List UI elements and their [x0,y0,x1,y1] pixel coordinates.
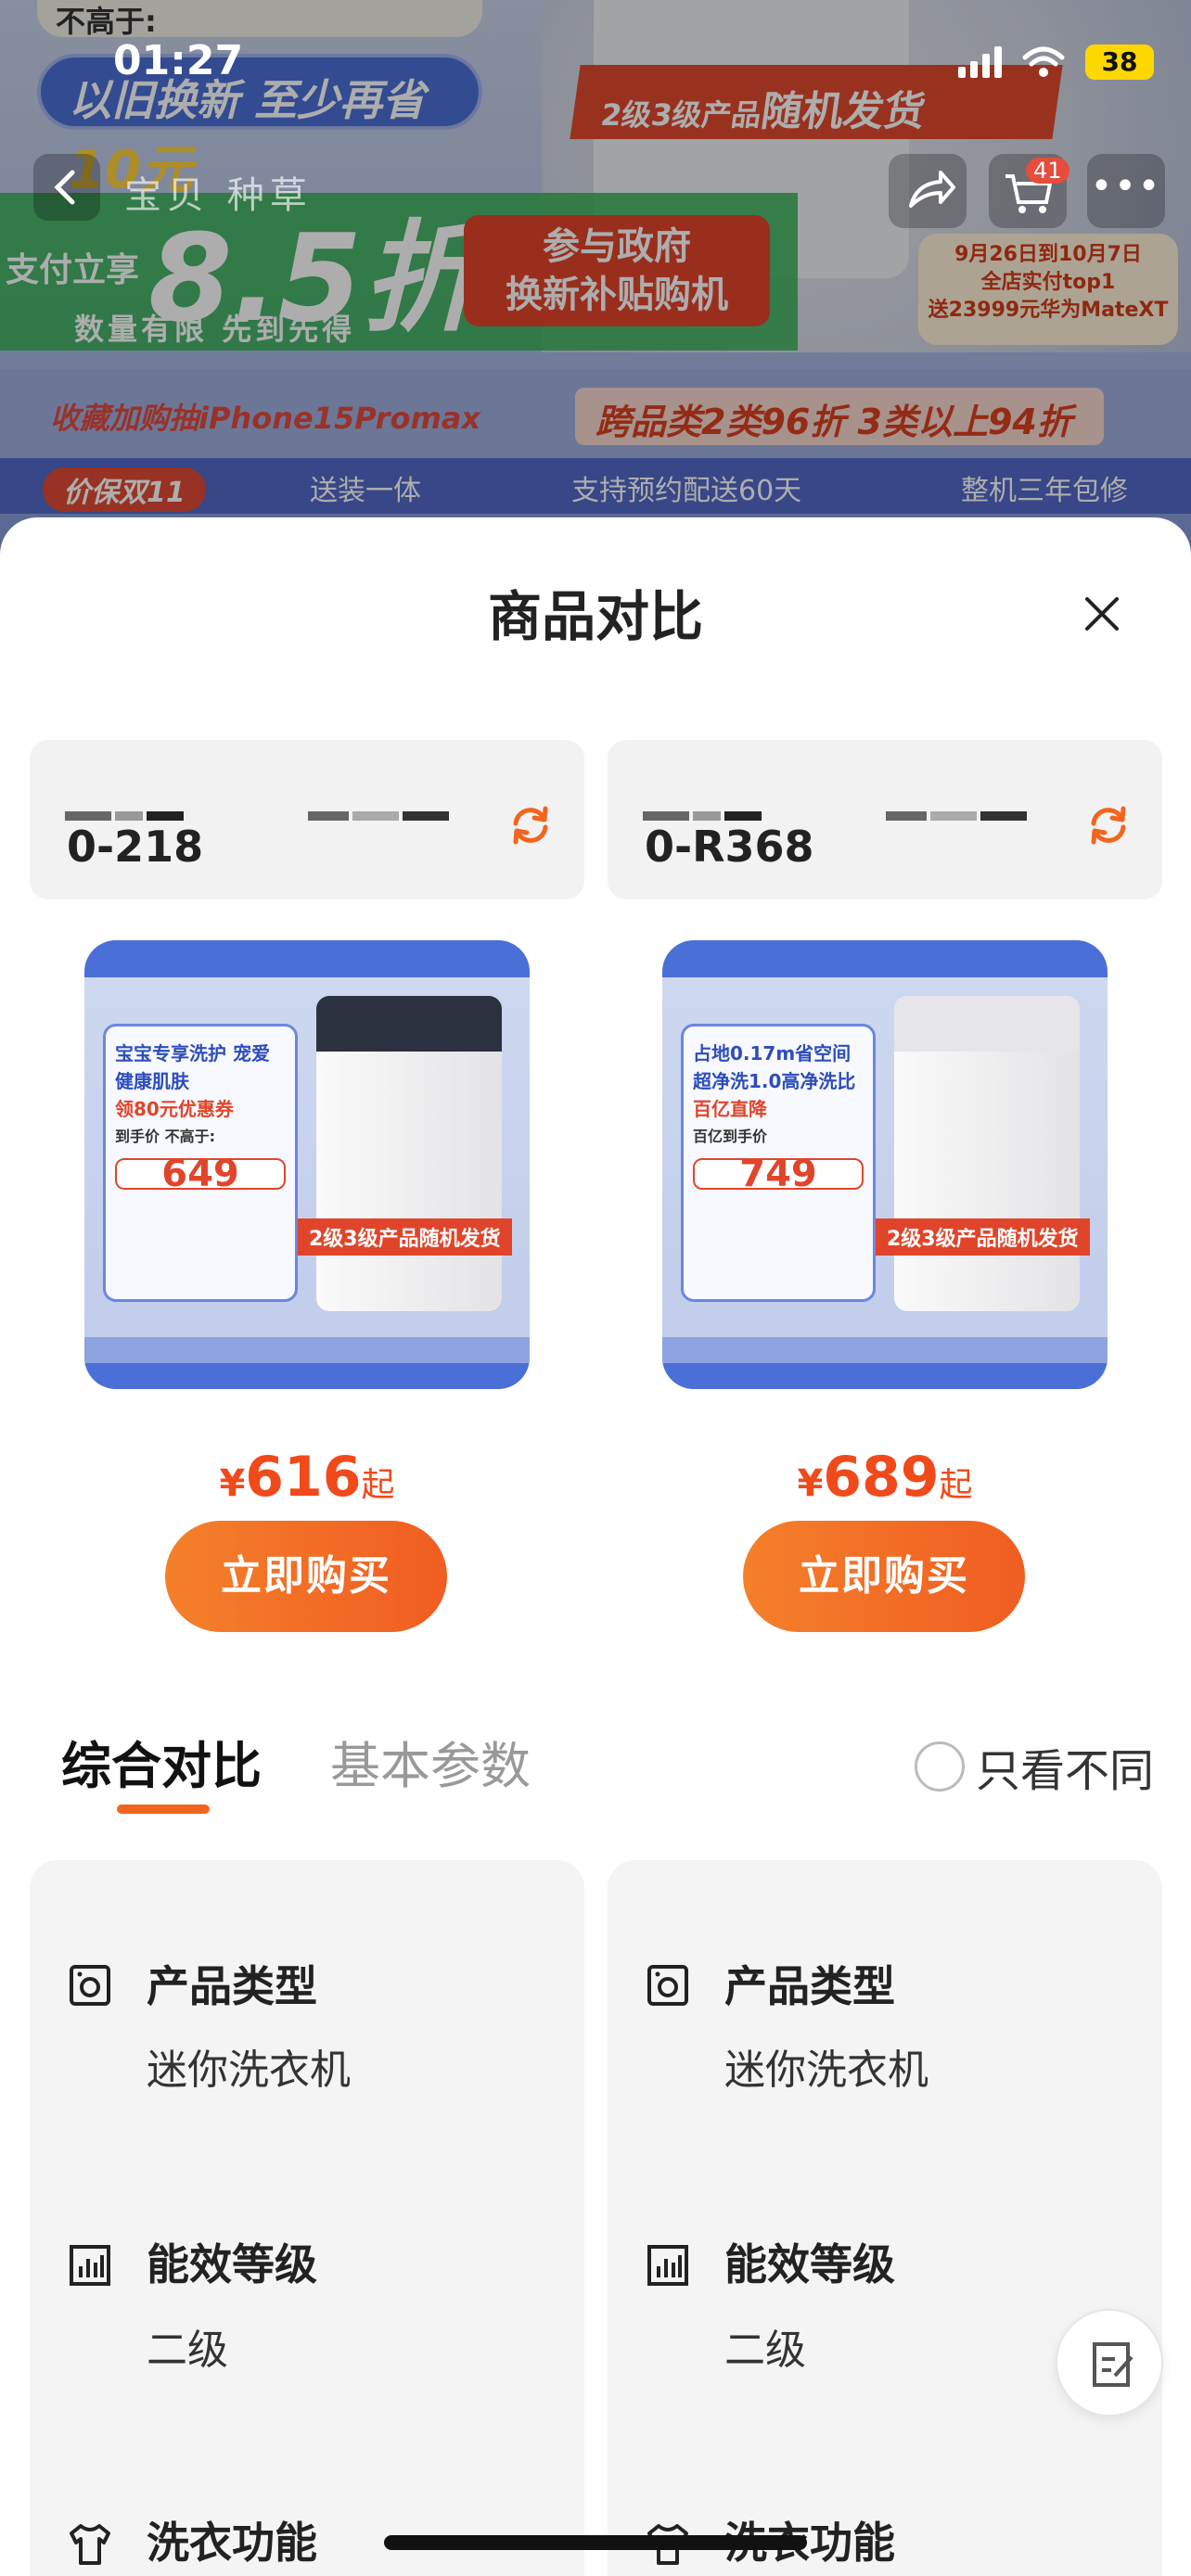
home-indicator[interactable] [384,2535,807,2550]
product-image-2[interactable]: 占地0.17m省空间 超净洗1.0高净洗比 百亿直降 百亿到手价 749 2级3… [662,940,1108,1389]
chevron-left-icon [54,170,75,205]
image-tag: 2级3级产品随机发货 [298,1218,512,1256]
image-price: 749 [693,1155,864,1192]
image-footer-strip [84,1337,530,1389]
compare-column-2: 产品类型 迷你洗衣机 能效等级 二级 洗衣功能 [608,1860,1162,2576]
only-diff-label: 只看不同 [976,1745,1155,1797]
back-button[interactable] [33,154,100,221]
tab-overall-compare[interactable]: 综合对比 [61,1725,262,1798]
battery-icon: 38 [1085,45,1154,80]
row-label: 能效等级 [724,2239,895,2289]
compare-column-1: 产品类型 迷你洗衣机 能效等级 二级 洗衣功能 [30,1860,584,2576]
status-time: 01:27 [113,37,244,84]
image-price: 649 [115,1155,286,1192]
image-tag: 2级3级产品随机发货 [876,1218,1090,1256]
product-image-1[interactable]: 宝宝专享洗护 宠爱健康肌肤 领80元优惠券 到手价 不高于: 649 2级3级产… [84,940,530,1389]
image-promo-box: 占地0.17m省空间 超净洗1.0高净洗比 百亿直降 百亿到手价 749 [681,1024,876,1302]
close-icon[interactable] [1076,588,1128,640]
bar-chart-icon [70,2245,110,2286]
row-label: 产品类型 [147,1961,317,2011]
only-diff-toggle[interactable]: 只看不同 [915,1734,1154,1799]
row-value: 迷你洗衣机 [724,2047,928,2094]
compare-sheet: 商品对比 0-218 0-R368 宝宝专享洗护 宠爱健康肌肤 领80元优惠券 [0,517,1191,2576]
product-selector-2[interactable]: 0-R368 [608,740,1162,899]
cart-count-badge: 41 [1026,158,1069,184]
more-button[interactable]: ••• [1087,154,1165,228]
cellular-signal-icon [958,46,1002,78]
radio-circle-icon[interactable] [915,1741,965,1792]
image-footer-strip [662,1337,1108,1389]
sheet-title: 商品对比 [487,585,703,648]
feedback-button[interactable] [1056,2309,1163,2417]
active-tab-indicator [117,1804,210,1814]
redacted-text [308,807,453,829]
product-price: ¥616起 [219,1445,395,1510]
refresh-icon[interactable] [503,797,558,853]
row-value: 迷你洗衣机 [147,2047,351,2094]
buy-now-button[interactable]: 立即购买 [165,1521,447,1632]
share-icon [909,171,955,208]
row-label: 洗衣功能 [147,2518,317,2568]
edit-note-icon [1093,2342,1133,2387]
refresh-icon[interactable] [1081,797,1136,853]
product-model: 0-R368 [645,822,814,872]
product-selector-1[interactable]: 0-218 [30,740,584,899]
product-price: ¥689起 [797,1445,973,1510]
washer-icon [70,1965,110,2006]
image-header-strip [662,940,1108,977]
share-button[interactable] [889,154,967,228]
nav-tabs[interactable]: 宝贝 种草 [124,165,313,219]
washer-icon [647,1965,688,2006]
product-model: 0-218 [67,822,204,872]
bar-chart-icon [647,2245,688,2286]
buy-now-button[interactable]: 立即购买 [743,1521,1025,1632]
status-icons: 38 [958,45,1154,80]
tab-basic-params[interactable]: 基本参数 [330,1725,531,1798]
washer-image [894,996,1080,1311]
image-promo-box: 宝宝专享洗护 宠爱健康肌肤 领80元优惠券 到手价 不高于: 649 [103,1024,298,1302]
shirt-icon [70,2524,110,2565]
row-label: 产品类型 [724,1961,895,2011]
wifi-icon [1022,46,1065,77]
image-header-strip [84,940,530,977]
row-value: 二级 [147,2327,228,2374]
washer-image [316,996,502,1311]
redacted-text [886,807,1031,829]
row-value: 二级 [724,2327,806,2374]
row-label: 能效等级 [147,2239,317,2289]
